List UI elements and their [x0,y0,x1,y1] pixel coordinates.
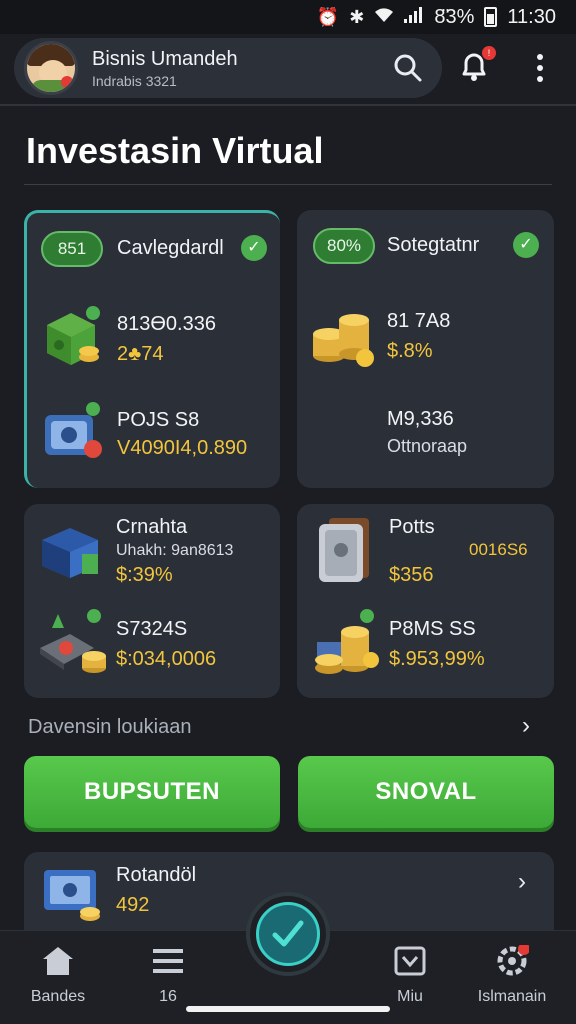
chevron-right-icon[interactable]: › [522,712,530,740]
card-value: 81 7A8 [387,310,451,332]
primary-action-button[interactable]: BUPSUTEN [24,756,280,828]
card-subtitle: Uhakh: 9an8613 [116,542,234,559]
card-change: $.8% [387,340,433,362]
percent-badge: 80% [313,228,375,264]
battery-percent: 8̈3% [434,5,475,28]
avatar[interactable] [24,41,78,95]
card-value: S7324S [116,618,188,640]
battery-icon [484,7,498,27]
card-change: 2♣74 [117,343,164,365]
device-coins-icon [36,608,108,685]
confirm-fab[interactable] [246,892,330,976]
investment-card[interactable]: 851 Cavlegdardl ✓ 813Ө0.336 2♣74 POJS S8… [24,210,280,488]
card-value: 813Ө0.336 [117,313,216,335]
investment-card[interactable]: 80% Sotegtatnr ✓ 81 7A8 $.8% M9,336 Ottn… [297,210,554,488]
card-title: Rotandöl [116,864,197,886]
divider [24,184,552,185]
nav-label: Bandes [30,988,86,1005]
list-icon [153,949,183,973]
card-value: M9,336 [387,408,454,430]
nav-label: Miu [397,988,423,1005]
overflow-menu-icon[interactable] [528,52,552,84]
search-icon[interactable] [392,52,424,84]
user-name: Bisnis Umandeh [92,47,238,70]
chevron-right-icon[interactable]: › [518,868,526,896]
coin-pile-icon [309,608,381,685]
cube-safe-icon [41,305,107,376]
card-amount: $:034,0006 [116,648,217,670]
box-icon [38,518,104,589]
card-value: POJS S8 [117,409,200,431]
nav-item-settings[interactable]: Islmanain [462,943,562,1006]
card-change: $356 [389,564,434,586]
status-bar: ⏰ ✱ 8̈3% 11:30 [0,0,576,34]
check-icon: ✓ [513,232,539,258]
card-title: Potts [389,516,435,538]
nav-label: Islmanain [477,988,547,1005]
alarm-icon: ⏰ [316,6,340,27]
card-change: $:39% [116,564,173,586]
user-id: Indrabis 3321 [92,72,177,89]
nav-item-list[interactable]: 16 [118,945,218,1006]
coin-stack-icon [309,306,377,377]
notification-bell-icon[interactable]: ! [456,46,496,88]
wallet-icon [41,401,107,472]
divider [0,104,576,106]
nav-item-map[interactable]: Miu [360,945,460,1006]
wifi-icon [374,7,394,28]
card-note: Ottnoraap [387,436,468,456]
section-link[interactable]: Davensin loukiaan [28,716,191,739]
bluetooth-icon: ✱ [349,6,365,27]
card-value: 492 [116,894,150,916]
nav-label: 16 [159,988,177,1005]
profile-header[interactable]: Bisnis Umandeh Indrabis 3321 [14,38,442,98]
card-value: P8MS SS [389,618,476,640]
signal-icon [404,6,424,28]
safe-icon [315,514,375,591]
card-title: Sotegtatnr [387,234,480,256]
settings-icon [497,943,530,976]
card-title: Cavlegdardl [117,237,224,259]
home-icon [43,947,73,975]
check-icon: ✓ [241,235,267,261]
map-icon [394,946,426,976]
secondary-action-button[interactable]: SNOVAL [298,756,554,828]
home-indicator[interactable] [186,1006,390,1012]
user-info: Bisnis Umandeh Indrabis 3321 [92,48,238,89]
screen-coins-icon [40,864,106,931]
page-title: Investasin Virtual [26,130,324,171]
check-icon [256,902,320,966]
card-amount: $.953,99% [389,648,485,670]
notification-badge: ! [482,46,496,60]
card-side-value: 0016S6 [469,540,528,559]
investment-card[interactable]: Crnahta Uhakh: 9an8613 $:39% S7324S $:03… [24,504,280,698]
nav-item-home[interactable]: Bandes [8,945,108,1006]
investment-card[interactable]: Potts 0016S6 $356 P8MS SS $.953,99% [297,504,554,698]
card-amount: V4090I4,0.890 [117,437,248,459]
clock: 11:30 [507,5,556,28]
percent-badge: 851 [41,231,103,267]
card-title: Crnahta [116,516,188,538]
